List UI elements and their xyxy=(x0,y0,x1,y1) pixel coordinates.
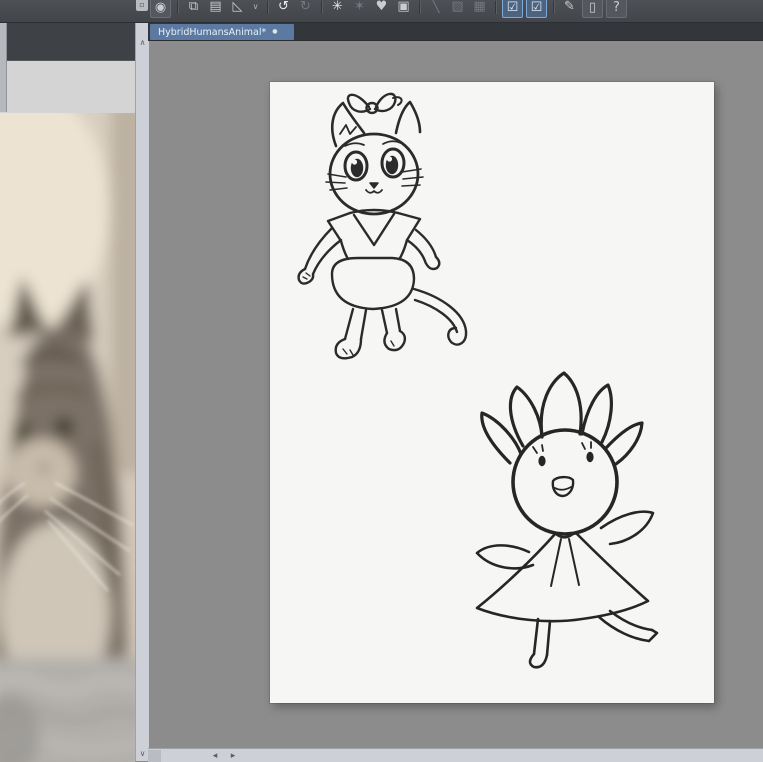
scrollbar-corner xyxy=(148,750,161,762)
material-icon[interactable]: ♥ xyxy=(372,0,391,16)
cat-girl-sketch xyxy=(297,92,468,360)
top-toolbar: ◉ ⧉ ▤ ◺ ∨ ↺ ↻ ✳ ✶ ♥ ▣ ╲ ▨ ▦ ☑ ☑ ✎ ▯ ? ▫ xyxy=(0,0,763,23)
sketch-layer xyxy=(297,92,659,669)
paste-canvas-icon[interactable]: ⧉ xyxy=(184,0,203,16)
help-icon[interactable]: ? xyxy=(606,0,627,18)
toolbar-separator xyxy=(177,1,179,14)
pen-settings-icon[interactable]: ✎ xyxy=(560,0,579,16)
toolbar-separator xyxy=(553,1,555,14)
reference-panel-margin xyxy=(0,60,135,113)
toolbar-separator xyxy=(495,1,497,14)
snap-special-ruler-icon[interactable]: ☑ xyxy=(526,0,547,18)
snap-ruler-icon[interactable]: ☑ xyxy=(502,0,523,18)
grid-tool-icon[interactable]: ▦ xyxy=(470,0,489,16)
cat-photo-graphic xyxy=(0,113,135,762)
scroll-right-icon[interactable]: ▸ xyxy=(226,749,240,762)
tab-modified-dot: ● xyxy=(272,28,278,35)
reference-panel xyxy=(0,22,135,762)
paint-app-window: ◉ ⧉ ▤ ◺ ∨ ↺ ↻ ✳ ✶ ♥ ▣ ╲ ▨ ▦ ☑ ☑ ✎ ▯ ? ▫ xyxy=(0,0,763,762)
select-special-icon[interactable]: ✶ xyxy=(350,0,369,16)
toolbar-separator xyxy=(321,1,323,14)
canvas-page[interactable] xyxy=(270,82,714,703)
canvas-area xyxy=(148,40,763,748)
scroll-left-icon[interactable]: ◂ xyxy=(208,749,222,762)
flower-fairy-sketch xyxy=(475,371,659,669)
reference-panel-header xyxy=(0,22,135,60)
filter-sunburst-icon[interactable]: ✳ xyxy=(328,0,347,16)
line-tool-icon[interactable]: ╲ xyxy=(426,0,445,16)
curve-tool-icon[interactable]: ▨ xyxy=(448,0,467,16)
document-tab-bar: HybridHumansAnimal* ● xyxy=(148,22,763,41)
export-dropdown-chevron-icon[interactable]: ∨ xyxy=(250,0,261,16)
app-logo-icon[interactable]: ◉ xyxy=(150,0,171,18)
toolbar-icon-row: ◉ ⧉ ▤ ◺ ∨ ↺ ↻ ✳ ✶ ♥ ▣ ╲ ▨ ▦ ☑ ☑ ✎ ▯ ? xyxy=(150,0,630,22)
panel-toggle-icon[interactable]: ▫ xyxy=(136,0,148,11)
tab-hybrid-humans-animal[interactable]: HybridHumansAnimal* ● xyxy=(150,24,294,40)
toolbar-separator xyxy=(419,1,421,14)
left-edge-strip xyxy=(0,14,7,112)
open-file-icon[interactable]: ▤ xyxy=(206,0,225,16)
reference-photo-cat xyxy=(0,113,135,762)
horizontal-scrollbar[interactable]: ◂ ▸ xyxy=(148,748,763,762)
toolbar-separator xyxy=(267,1,269,14)
export-icon[interactable]: ◺ xyxy=(228,0,247,16)
redo-icon[interactable]: ↻ xyxy=(296,0,315,16)
transform-frame-icon[interactable]: ▣ xyxy=(394,0,413,16)
undo-icon[interactable]: ↺ xyxy=(274,0,293,16)
tablet-mode-icon[interactable]: ▯ xyxy=(582,0,603,18)
vertical-scrollbar[interactable]: ∧ ∨ xyxy=(135,22,149,761)
tab-label: HybridHumansAnimal* xyxy=(158,26,267,38)
